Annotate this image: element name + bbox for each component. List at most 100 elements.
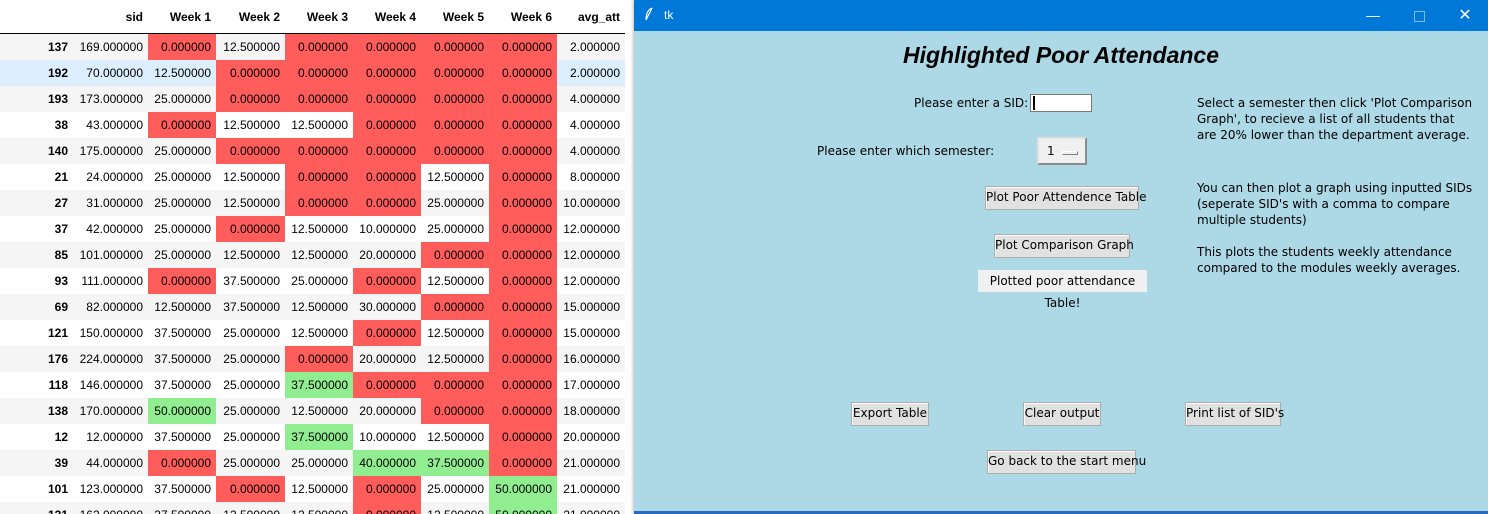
table-cell: 0.000000 (421, 138, 489, 164)
minimize-button[interactable]: — (1350, 0, 1396, 31)
table-cell: 0.000000 (489, 138, 557, 164)
row-index: 85 (54, 248, 68, 262)
table-cell: 18.000000 (563, 404, 620, 418)
table-cell: 169.000000 (79, 40, 143, 54)
row-index: 140 (47, 144, 68, 158)
table-cell: 0.000000 (285, 138, 353, 164)
table-row: 93 111.000000 0.000000 37.500000 25.000000 0.… (0, 268, 625, 294)
column-header: Week 3 (285, 0, 353, 34)
table-cell: 0.000000 (285, 33, 353, 60)
table-cell: 0.000000 (353, 60, 421, 86)
table-cell: 12.500000 (291, 118, 348, 132)
table-cell: 0.000000 (148, 112, 216, 138)
table-cell: 0.000000 (148, 450, 216, 476)
table-cell: 25.000000 (291, 456, 348, 470)
table-cell: 4.000000 (569, 144, 620, 158)
sid-label: Please enter a SID: (914, 96, 1029, 110)
row-index: 131 (0, 502, 73, 514)
table-cell: 37.500000 (223, 300, 280, 314)
table-cell: 12.500000 (291, 300, 348, 314)
table-cell: 17.000000 (563, 378, 620, 392)
table-cell: 25.000000 (154, 92, 211, 106)
table-cell: 50.000000 (489, 502, 557, 514)
table-cell: 25.000000 (223, 430, 280, 444)
table-cell: 224.000000 (79, 352, 143, 366)
table-row: 138 170.000000 50.000000 25.000000 12.500000… (0, 398, 625, 424)
window-titlebar[interactable]: tk — ✕ (634, 0, 1488, 31)
option-menu-indicator-icon (1062, 151, 1078, 155)
window-title: tk (664, 8, 674, 22)
table-cell: 0.000000 (353, 164, 421, 190)
status-label: Plotted poor attendance Table! (978, 270, 1147, 310)
column-header: Week 4 (353, 0, 421, 34)
row-index: 39 (54, 456, 68, 470)
table-row: 69 82.000000 12.500000 37.500000 12.500000 30… (0, 294, 625, 320)
table-cell: 20.000000 (563, 430, 620, 444)
table-cell: 25.000000 (291, 274, 348, 288)
table-cell: 21.000000 (557, 502, 625, 514)
table-cell: 25.000000 (427, 196, 484, 210)
table-cell: 0.000000 (421, 372, 489, 398)
table-cell: 0.000000 (353, 476, 421, 502)
clear-output-button[interactable]: Clear output (1023, 402, 1101, 426)
maximize-button (1396, 0, 1442, 31)
table-cell: 12.500000 (223, 118, 280, 132)
table-cell: 25.000000 (154, 222, 211, 236)
export-table-button[interactable]: Export Table (851, 402, 929, 426)
table-cell: 2.000000 (569, 40, 620, 54)
table-cell: 25.000000 (223, 456, 280, 470)
table-cell: 12.500000 (223, 196, 280, 210)
table-row: 39 44.000000 0.000000 25.000000 25.000000 40.… (0, 450, 625, 476)
back-to-start-menu-button[interactable]: Go back to the start menu (987, 450, 1146, 474)
table-row: 118 146.000000 37.500000 25.000000 37.500000… (0, 372, 625, 398)
table-cell: 0.000000 (489, 398, 557, 424)
close-button[interactable]: ✕ (1442, 0, 1488, 31)
table-cell: 12.000000 (563, 274, 620, 288)
table-cell: 20.000000 (359, 404, 416, 418)
semester-option-menu[interactable]: 1 (1037, 137, 1087, 165)
table-cell: 25.000000 (154, 170, 211, 184)
row-index: 69 (54, 300, 68, 314)
table-cell: 170.000000 (79, 404, 143, 418)
info-text-plot-graph: You can then plot a graph using inputted… (1197, 181, 1473, 227)
semester-value: 1 (1047, 144, 1055, 158)
table-cell: 0.000000 (216, 216, 285, 242)
table-cell: 37.500000 (421, 450, 489, 476)
table-cell: 0.000000 (148, 33, 216, 60)
table-row: 137 169.000000 0.000000 12.500000 0.000000 0.… (0, 33, 625, 60)
table-header-row: sid Week 1 Week 2 Week 3 Week 4 Week 5 Week 6a… (0, 0, 625, 34)
table-cell: 12.000000 (563, 222, 620, 236)
table-cell: 50.000000 (489, 476, 557, 502)
table-cell: 25.000000 (154, 144, 211, 158)
table-cell: 12.500000 (223, 248, 280, 262)
table-cell: 0.000000 (353, 138, 421, 164)
table-cell: 0.000000 (489, 60, 557, 86)
plot-poor-attendance-button[interactable]: Plot Poor Attendence Table (985, 186, 1147, 210)
table-cell: 150.000000 (79, 326, 143, 340)
table-cell: 0.000000 (353, 268, 421, 294)
table-cell: 12.500000 (216, 502, 285, 514)
table-cell: 173.000000 (79, 92, 143, 106)
table-row: 21 24.000000 25.000000 12.500000 0.000000 0.0… (0, 164, 625, 190)
column-header: Week 2 (216, 0, 285, 34)
table-cell: 0.000000 (216, 86, 285, 112)
table-cell: 0.000000 (489, 294, 557, 320)
table-cell: 12.500000 (223, 170, 280, 184)
table-cell: 37.500000 (154, 482, 211, 496)
table-row: 27 31.000000 25.000000 12.500000 0.000000 0.0… (0, 190, 625, 216)
table-row: 12 12.000000 37.500000 25.000000 37.500000 10… (0, 424, 625, 450)
print-sid-list-button[interactable]: Print list of SID's (1185, 402, 1284, 426)
table-cell: 0.000000 (353, 112, 421, 138)
table-cell: 25.000000 (427, 222, 484, 236)
table-cell: 0.000000 (285, 346, 353, 372)
sid-input[interactable] (1030, 94, 1092, 112)
table-cell: 30.000000 (359, 300, 416, 314)
table-row: 85 101.000000 25.000000 12.500000 12.500000 2… (0, 242, 625, 268)
table-cell: 20.000000 (359, 352, 416, 366)
table-cell: 0.000000 (148, 268, 216, 294)
maximize-icon (1413, 10, 1425, 22)
plot-comparison-graph-button[interactable]: Plot Comparison Graph (994, 234, 1134, 258)
table-cell: 37.500000 (285, 424, 353, 450)
table-cell: 21.000000 (563, 456, 620, 470)
attendance-table-pane: sid Week 1 Week 2 Week 3 Week 4 Week 5 Week 6a… (0, 0, 634, 514)
